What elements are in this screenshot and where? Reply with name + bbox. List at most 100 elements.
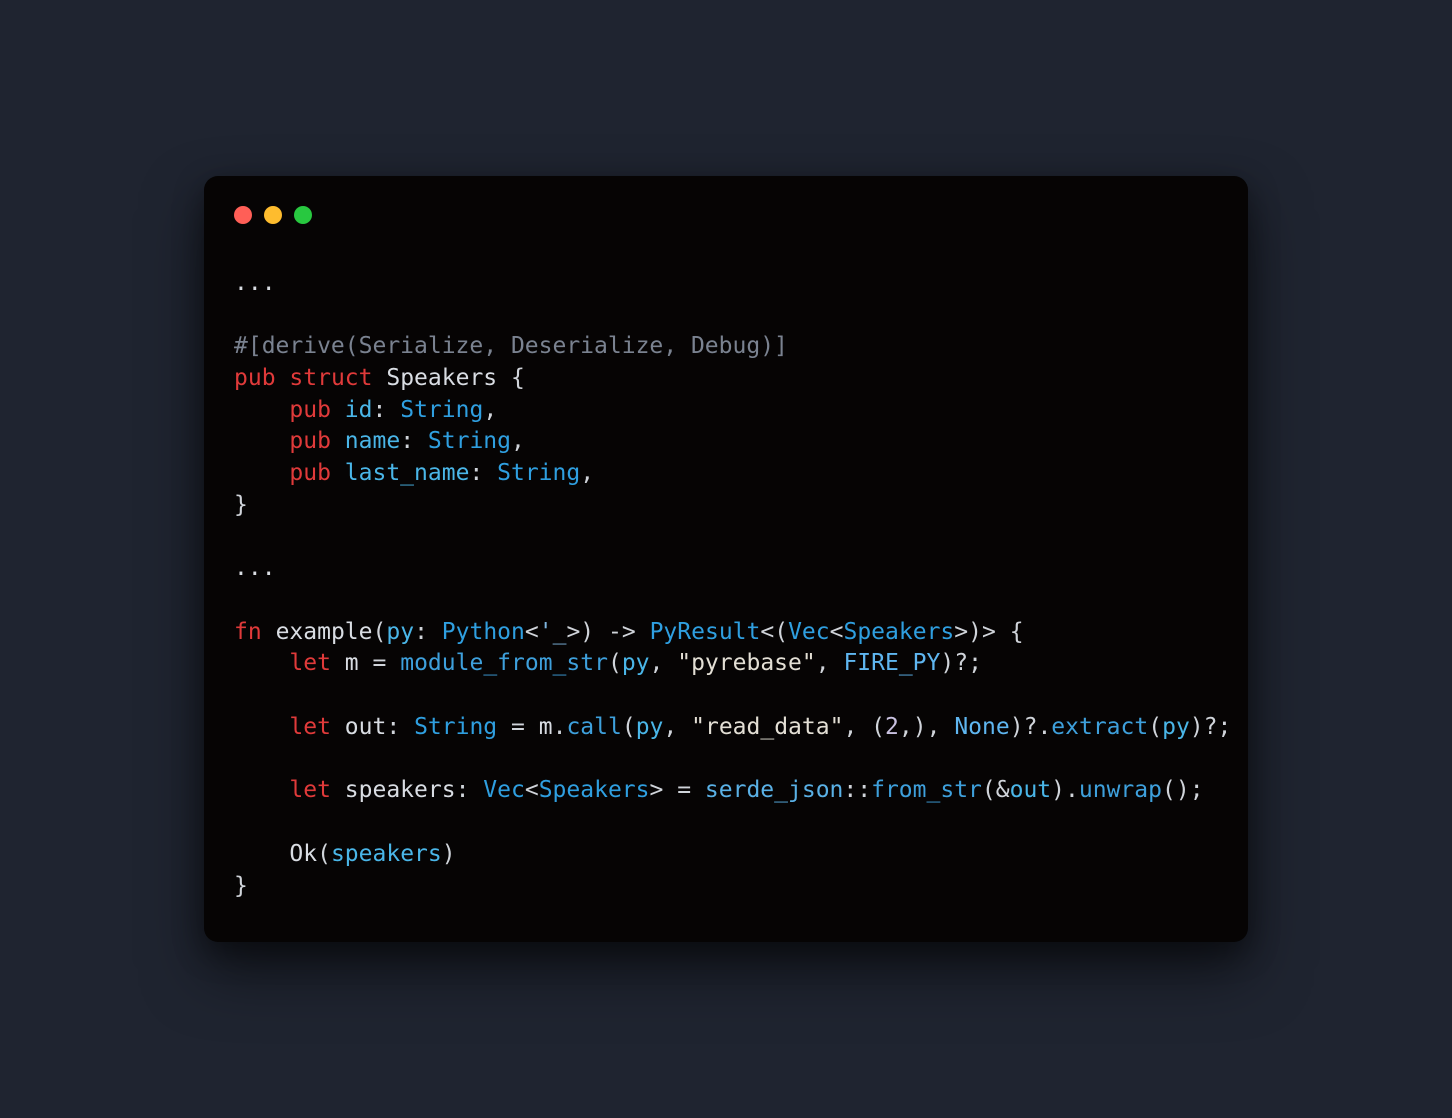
type-vec: Vec <box>483 777 525 803</box>
lit-2: 2 <box>885 714 899 740</box>
colon: : <box>400 428 414 454</box>
angle-open: < <box>525 777 539 803</box>
brace-open: { <box>1010 619 1024 645</box>
comma: , <box>511 428 525 454</box>
field-lastname: last_name <box>345 460 470 486</box>
paren-close: ) <box>580 619 594 645</box>
dot: . <box>553 714 567 740</box>
arg-py: py <box>622 650 650 676</box>
paren-close: ) <box>968 619 982 645</box>
str-read-data: "read_data" <box>691 714 843 740</box>
code-window: ... #[derive(Serialize, Deserialize, Deb… <box>204 176 1248 943</box>
comma: , <box>843 714 857 740</box>
field-id: id <box>345 397 373 423</box>
colon: : <box>373 397 387 423</box>
derive-attribute: #[derive(Serialize, Deserialize, Debug)] <box>234 333 788 359</box>
paren-open: ( <box>871 714 885 740</box>
qmark: ? <box>954 650 968 676</box>
paren-close: ) <box>940 650 954 676</box>
zoom-icon[interactable] <box>294 206 312 224</box>
angle-open: < <box>525 619 539 645</box>
lifetime: '_ <box>539 619 567 645</box>
qmark: ? <box>1024 714 1038 740</box>
comma: , <box>483 397 497 423</box>
comma: , <box>899 714 913 740</box>
type-string: String <box>400 397 483 423</box>
str-pyrebase: "pyrebase" <box>677 650 815 676</box>
paren-close: ) <box>1010 714 1024 740</box>
param-py: py <box>386 619 414 645</box>
kw-pub: pub <box>234 365 276 391</box>
brace-close: } <box>234 492 248 518</box>
variant-ok: Ok <box>289 841 317 867</box>
traffic-lights <box>234 206 1218 224</box>
semi: ; <box>968 650 982 676</box>
paren-close: ) <box>1176 777 1190 803</box>
var-speakers-ret: speakers <box>331 841 442 867</box>
type-vec: Vec <box>788 619 830 645</box>
type-python: Python <box>442 619 525 645</box>
dcolon: :: <box>843 777 871 803</box>
const-fire-py: FIRE_PY <box>843 650 940 676</box>
kw-let: let <box>289 777 331 803</box>
angle-open: < <box>760 619 774 645</box>
paren-close: ) <box>913 714 927 740</box>
semi: ; <box>1218 714 1232 740</box>
field-name: name <box>345 428 400 454</box>
comma: , <box>650 650 664 676</box>
arg-py: py <box>636 714 664 740</box>
var-out-ref: out <box>1010 777 1052 803</box>
dot: . <box>1065 777 1079 803</box>
fn-extract: extract <box>1051 714 1148 740</box>
struct-name: Speakers <box>386 365 497 391</box>
path-serde-json: serde_json <box>705 777 843 803</box>
angle-close: > <box>982 619 996 645</box>
kw-struct: struct <box>289 365 372 391</box>
kw-pub: pub <box>289 460 331 486</box>
type-string: String <box>414 714 497 740</box>
minimize-icon[interactable] <box>264 206 282 224</box>
paren-close: ) <box>442 841 456 867</box>
paren-open: ( <box>1162 777 1176 803</box>
fn-unwrap: unwrap <box>1079 777 1162 803</box>
code-ellipsis: ... <box>234 270 276 296</box>
type-string: String <box>428 428 511 454</box>
colon: : <box>386 714 400 740</box>
paren-close: ) <box>1051 777 1065 803</box>
comma: , <box>580 460 594 486</box>
kw-let: let <box>289 714 331 740</box>
arrow: -> <box>608 619 636 645</box>
type-string: String <box>497 460 580 486</box>
paren-open: ( <box>608 650 622 676</box>
brace-close: } <box>234 873 248 899</box>
fn-name: example <box>276 619 373 645</box>
semi: ; <box>1190 777 1204 803</box>
amp: & <box>996 777 1010 803</box>
paren-open: ( <box>317 841 331 867</box>
arg-py: py <box>1162 714 1190 740</box>
type-pyresult: PyResult <box>650 619 761 645</box>
colon: : <box>469 460 483 486</box>
dot: . <box>1037 714 1051 740</box>
var-m: m <box>539 714 553 740</box>
comma: , <box>927 714 941 740</box>
paren-open: ( <box>1148 714 1162 740</box>
var-out: out <box>345 714 387 740</box>
comma: , <box>663 714 677 740</box>
kw-pub: pub <box>289 397 331 423</box>
var-speakers: speakers <box>345 777 456 803</box>
comma: , <box>816 650 830 676</box>
angle-close: > <box>649 777 663 803</box>
kw-pub: pub <box>289 428 331 454</box>
const-none: None <box>954 714 1009 740</box>
kw-let: let <box>289 650 331 676</box>
colon: : <box>456 777 470 803</box>
equals: = <box>511 714 525 740</box>
fn-from-str: from_str <box>871 777 982 803</box>
fn-call: call <box>566 714 621 740</box>
paren-open: ( <box>774 619 788 645</box>
angle-close: > <box>954 619 968 645</box>
angle-open: < <box>830 619 844 645</box>
close-icon[interactable] <box>234 206 252 224</box>
paren-close: ) <box>1190 714 1204 740</box>
